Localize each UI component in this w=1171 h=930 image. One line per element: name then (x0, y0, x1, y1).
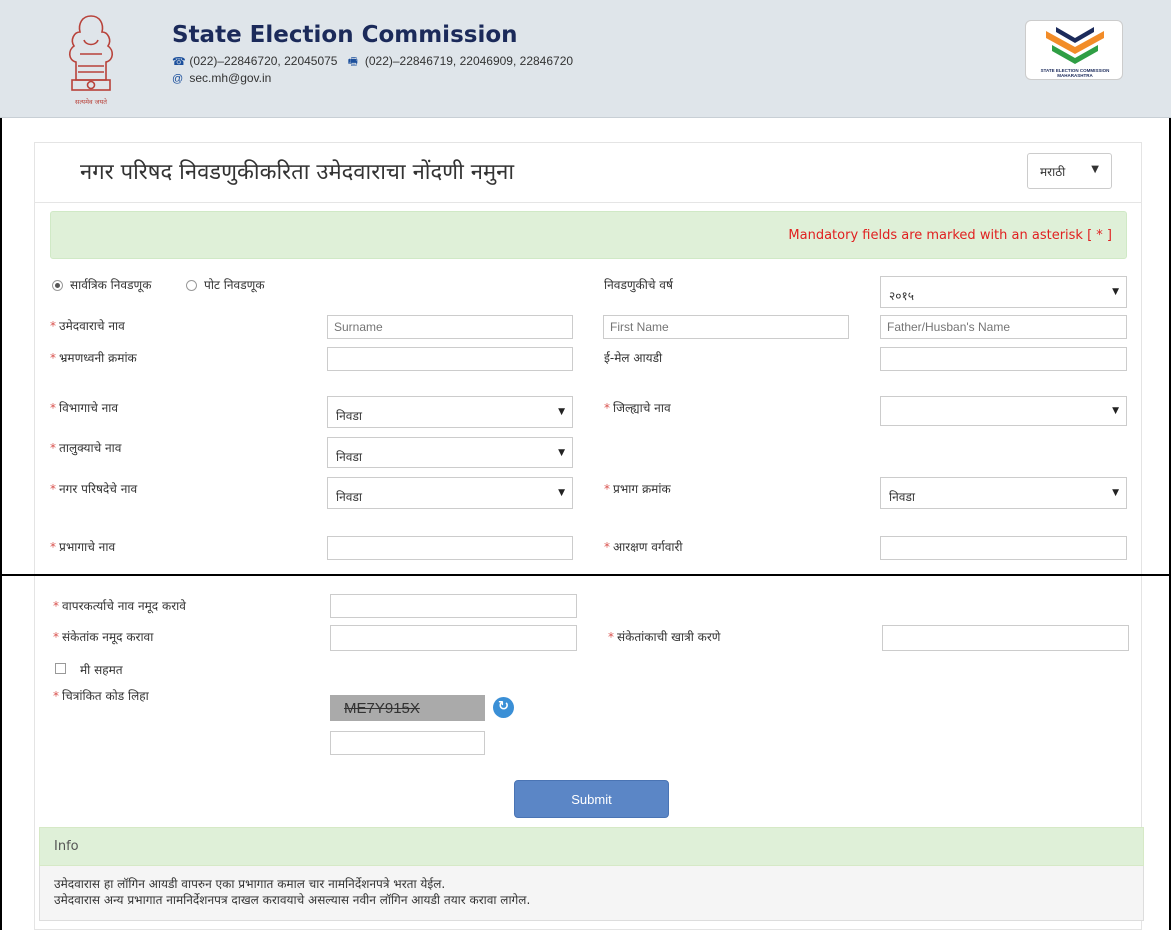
council-select[interactable]: निवडा ▼ (327, 477, 573, 509)
confirm-password-label: * संकेतांकाची खात्री करणे (608, 630, 721, 644)
reservation-label: * आरक्षण वर्गवारी (604, 540, 683, 554)
reservation-input[interactable] (880, 536, 1127, 560)
alert-text: Mandatory fields are marked with an aste… (788, 228, 1112, 243)
submit-button[interactable]: Submit (514, 780, 669, 818)
council-label: * नगर परिषदेचे नाव (50, 482, 138, 496)
site-title: State Election Commission (172, 22, 518, 48)
captcha-input[interactable] (330, 731, 485, 755)
confirm-password-input[interactable] (882, 625, 1129, 651)
language-select[interactable]: मराठी ▼ (1027, 153, 1112, 189)
saffron-green-chevron-icon (1046, 27, 1104, 64)
email-input[interactable] (880, 347, 1127, 371)
division-select[interactable]: निवडा ▼ (327, 396, 573, 428)
surname-input[interactable] (327, 315, 573, 339)
caret-down-icon: ▼ (1091, 164, 1099, 175)
sec-logo: STATE ELECTION COMMISSION MAHARASHTRA (1025, 20, 1123, 80)
username-label: * वापरकर्त्याचे नाव नमूद करावे (53, 599, 186, 613)
screenshot-splice-line (0, 574, 1171, 576)
mobile-input[interactable] (327, 347, 573, 371)
caret-down-icon: ▼ (1112, 406, 1119, 416)
refresh-captcha-icon[interactable]: ↻ (493, 697, 514, 718)
agree-checkbox[interactable] (55, 663, 66, 674)
fax-icon: 🖷 (347, 56, 358, 68)
divider (34, 202, 1142, 203)
email-address: sec.mh@gov.in (189, 71, 272, 85)
email-line: @ sec.mh@gov.in (172, 71, 271, 85)
agree-label: मी सहमत (80, 663, 123, 677)
father-name-input[interactable] (880, 315, 1127, 339)
taluka-label: * तालुक्याचे नाव (50, 441, 122, 455)
division-label: * विभागाचे नाव (50, 401, 119, 415)
caret-down-icon: ▼ (558, 488, 565, 498)
page-title: नगर परिषद निवडणुकीकरिता उमेदवाराचा नोंदण… (80, 160, 515, 185)
phone-numbers: (022)–22846720, 22045075 (189, 54, 338, 68)
national-emblem-logo: सत्यमेव जयते (68, 15, 114, 106)
ward-name-input[interactable] (327, 536, 573, 560)
email-label: ई-मेल आयडी (604, 351, 663, 365)
taluka-select[interactable]: निवडा ▼ (327, 437, 573, 468)
phone-icon: ☎ (172, 56, 186, 68)
caret-down-icon: ▼ (1112, 488, 1119, 498)
council-value: निवडा (336, 490, 362, 504)
general-election-label: सार्वत्रिक निवडणूक (70, 278, 152, 292)
ward-name-label: * प्रभागाचे नाव (50, 540, 116, 554)
mandatory-alert: Mandatory fields are marked with an aste… (50, 211, 1127, 259)
at-icon: @ (172, 73, 184, 85)
info-heading: Info (39, 827, 1144, 866)
fax-numbers: (022)–22846719, 22046909, 22846720 (364, 54, 574, 68)
first-name-input[interactable] (603, 315, 849, 339)
radio-by-election[interactable] (186, 280, 197, 291)
election-year-label: निवडणुकीचे वर्ष (604, 278, 673, 292)
contact-line: ☎ (022)–22846720, 22045075 🖷 (022)–22846… (172, 53, 573, 72)
info-body: उमेदवारास हा लॉगिन आयडी वापरुन एका प्रभा… (39, 866, 1144, 921)
username-input[interactable] (330, 594, 577, 618)
password-input[interactable] (330, 625, 577, 651)
ward-number-select[interactable]: निवडा ▼ (880, 477, 1127, 509)
captcha-image: ME7Y915X (330, 695, 485, 721)
caret-down-icon: ▼ (1112, 287, 1119, 297)
ward-number-label: * प्रभाग क्रमांक (604, 482, 671, 496)
emblem-caption: सत्यमेव जयते (75, 98, 107, 106)
district-select[interactable]: ▼ (880, 396, 1127, 426)
caret-down-icon: ▼ (558, 407, 565, 417)
election-year-select[interactable]: २०१५ ▼ (880, 276, 1127, 308)
candidate-name-label: * उमेदवाराचे नाव (50, 319, 125, 333)
district-label: * जिल्ह्याचे नाव (604, 401, 671, 415)
by-election-label: पोट निवडणूक (204, 278, 265, 292)
caret-down-icon: ▼ (558, 448, 565, 458)
election-year-value: २०१५ (889, 289, 914, 303)
radio-general-election[interactable] (52, 280, 63, 291)
logo-caption: STATE ELECTION COMMISSION MAHARASHTRA (1040, 68, 1110, 78)
language-value: मराठी (1040, 165, 1066, 179)
site-header: सत्यमेव जयते State Election Commission ☎… (0, 0, 1171, 118)
info-line-1: उमेदवारास हा लॉगिन आयडी वापरुन एका प्रभा… (54, 877, 446, 891)
taluka-value: निवडा (336, 450, 362, 464)
division-value: निवडा (336, 409, 362, 423)
ward-number-value: निवडा (889, 490, 915, 504)
password-label: * संकेतांक नमूद करावा (53, 630, 154, 644)
info-line-2: उमेदवारास अन्य प्रभागात नामनिर्देशनपत्र … (54, 893, 531, 907)
captcha-label: * चित्रांकित कोड लिहा (53, 689, 149, 703)
mobile-label: * भ्रमणध्वनी क्रमांक (50, 351, 137, 365)
